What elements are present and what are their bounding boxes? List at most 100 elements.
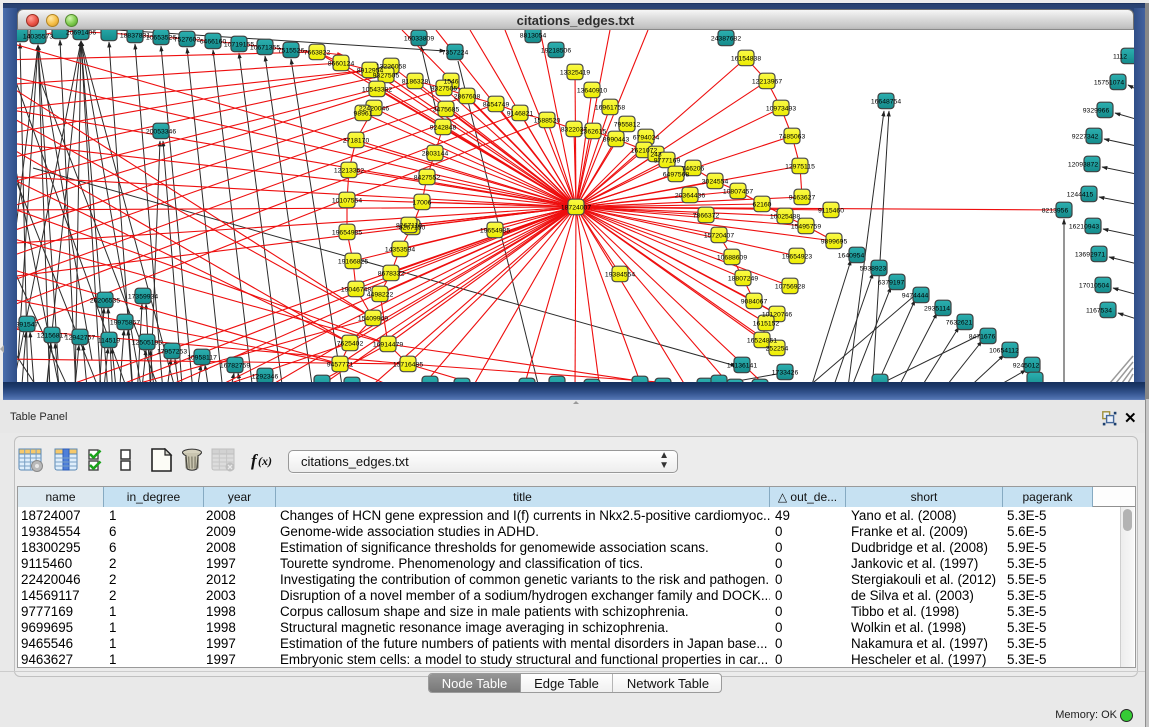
svg-text:7625402: 7625402: [337, 341, 364, 348]
svg-text:12975115: 12975115: [785, 164, 815, 171]
svg-text:9084067: 9084067: [741, 299, 768, 306]
svg-text:15751074: 15751074: [1094, 80, 1124, 87]
svg-text:9777169: 9777169: [654, 158, 681, 165]
svg-text:2803144: 2803144: [422, 151, 449, 158]
svg-text:8471676: 8471676: [969, 334, 996, 341]
svg-text:7632621: 7632621: [946, 320, 973, 327]
svg-text:16210943: 16210943: [1069, 224, 1099, 231]
svg-text:16782759: 16782759: [220, 363, 250, 370]
svg-text:17359934: 17359934: [128, 294, 158, 301]
svg-text:9457771: 9457771: [327, 362, 354, 369]
svg-text:9146821: 9146821: [507, 111, 534, 118]
svg-text:20053346: 20053346: [146, 129, 176, 136]
svg-text:746206: 746206: [682, 166, 705, 173]
svg-text:16648754: 16648754: [871, 99, 901, 106]
svg-text:12942757: 12942757: [65, 335, 95, 342]
svg-text:8186328: 8186328: [402, 79, 429, 86]
svg-text:16961758: 16961758: [595, 105, 625, 112]
svg-text:16524851: 16524851: [747, 338, 777, 345]
svg-text:1292346: 1292346: [252, 374, 279, 381]
svg-text:20206535: 20206535: [90, 298, 120, 305]
svg-text:7485063: 7485063: [779, 134, 806, 141]
svg-text:1615152: 1615152: [753, 321, 780, 328]
svg-text:4498222: 4498222: [367, 292, 394, 299]
svg-text:19654923: 19654923: [782, 254, 812, 261]
svg-text:1640954: 1640954: [838, 253, 865, 260]
svg-text:10120746: 10120746: [762, 312, 792, 319]
svg-text:8267110: 8267110: [396, 223, 422, 230]
svg-text:12093872: 12093872: [1068, 162, 1098, 169]
svg-text:16033809: 16033809: [404, 36, 434, 43]
svg-text:12213362: 12213362: [334, 168, 364, 175]
svg-text:1167534: 1167534: [1086, 308, 1112, 315]
svg-text:15495759: 15495759: [791, 224, 821, 231]
svg-text:8454749: 8454749: [483, 102, 510, 109]
svg-text:16914479: 16914479: [373, 342, 403, 349]
svg-text:9245012: 9245012: [1013, 363, 1040, 370]
svg-text:19975857: 19975857: [110, 320, 140, 327]
svg-text:13692971: 13692971: [1075, 252, 1105, 259]
svg-text:7866372: 7866372: [693, 213, 720, 220]
svg-text:10958117: 10958117: [187, 355, 217, 362]
svg-text:14035573: 14035573: [23, 34, 53, 41]
svg-text:8213956: 8213956: [1042, 208, 1069, 215]
svg-text:991547: 991547: [17, 322, 39, 329]
svg-text:15409949: 15409949: [358, 316, 388, 323]
svg-text:8427552: 8427552: [414, 175, 441, 182]
svg-text:252254: 252254: [766, 346, 789, 353]
svg-text:8660124: 8660124: [328, 61, 355, 68]
svg-text:7527602: 7527602: [174, 37, 201, 44]
svg-text:1112: 1112: [1113, 54, 1127, 61]
svg-text:8678332: 8678332: [378, 271, 405, 278]
svg-text:8990443: 8990443: [603, 137, 630, 144]
svg-text:(x): (x): [258, 454, 272, 468]
svg-text:3024554: 3024554: [702, 179, 729, 186]
svg-text:17006: 17006: [413, 200, 432, 207]
svg-text:10756928: 10756928: [775, 284, 805, 291]
svg-text:16154838: 16154838: [731, 56, 761, 63]
svg-text:7955812: 7955812: [614, 122, 641, 129]
svg-text:7357224: 7357224: [442, 50, 469, 57]
svg-text:9899695: 9899695: [821, 239, 848, 246]
svg-text:19654985: 19654985: [332, 230, 362, 237]
svg-text:12213967: 12213967: [752, 79, 782, 86]
svg-text:1546: 1546: [443, 79, 458, 86]
svg-text:1244415: 1244415: [1067, 192, 1094, 199]
svg-text:2935114: 2935114: [924, 306, 950, 313]
svg-text:62160: 62160: [753, 202, 772, 209]
svg-text:17010504: 17010504: [1079, 283, 1109, 290]
svg-text:10107554: 10107554: [332, 198, 362, 205]
svg-text:20691406: 20691406: [66, 30, 96, 37]
svg-text:14353594: 14353594: [385, 247, 415, 254]
svg-text:10688609: 10688609: [717, 255, 747, 262]
svg-text:6794024: 6794024: [633, 135, 660, 142]
svg-text:98961: 98961: [354, 111, 373, 118]
svg-text:10654112: 10654112: [989, 348, 1019, 355]
svg-text:19218506: 19218506: [541, 48, 571, 55]
svg-text:114519: 114519: [98, 338, 120, 345]
svg-text:10973493: 10973493: [766, 106, 796, 113]
svg-text:17957253: 17957253: [157, 349, 187, 356]
svg-text:8813054: 8813054: [520, 33, 547, 40]
svg-text:7515526: 7515526: [278, 48, 305, 55]
svg-text:1733426: 1733426: [772, 370, 799, 377]
svg-text:7663822: 7663822: [304, 50, 331, 57]
svg-text:3475685: 3475685: [433, 107, 460, 114]
svg-text:9474444: 9474444: [902, 293, 929, 300]
svg-text:9327505: 9327505: [431, 86, 458, 93]
svg-text:6466160: 6466160: [200, 39, 227, 46]
svg-text:13226058: 13226058: [376, 64, 406, 71]
svg-text:10653526: 10653526: [146, 35, 176, 42]
svg-text:10807457: 10807457: [723, 189, 753, 196]
svg-text:20364436: 20364436: [675, 193, 705, 200]
svg-text:10543382: 10543382: [362, 87, 392, 94]
svg-text:24387682: 24387682: [711, 36, 741, 43]
svg-text:9242848: 9242848: [430, 125, 457, 132]
svg-text:10671355: 10671355: [250, 45, 280, 52]
svg-text:9329966: 9329966: [1083, 108, 1110, 115]
svg-text:13640910: 13640910: [577, 88, 607, 95]
svg-text:5938923: 5938923: [860, 266, 887, 273]
svg-text:19166825: 19166825: [338, 259, 368, 266]
svg-text:9327505: 9327505: [373, 73, 400, 80]
svg-text:1588520: 1588520: [534, 118, 561, 125]
